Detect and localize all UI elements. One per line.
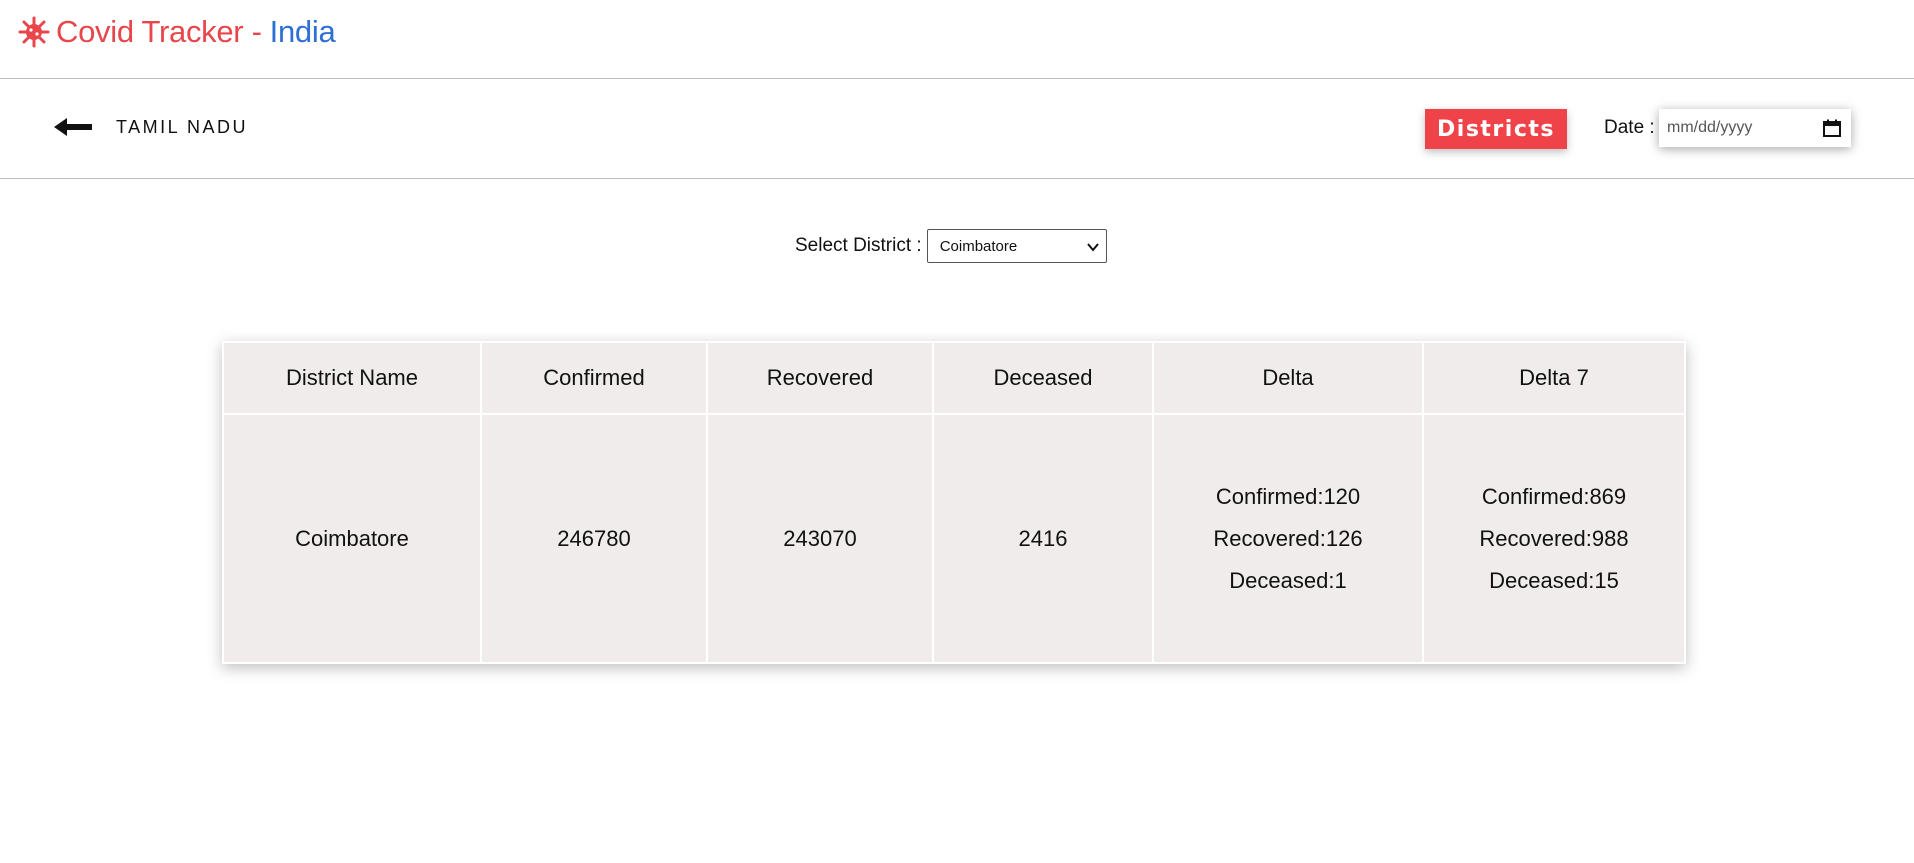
delta-confirmed: Confirmed:120 bbox=[1215, 483, 1361, 509]
header-recovered: Recovered bbox=[708, 343, 932, 413]
district-select[interactable]: Coimbatore bbox=[926, 229, 1107, 263]
header-delta7: Delta 7 bbox=[1424, 343, 1684, 413]
delta-recovered: Recovered:126 bbox=[1213, 525, 1363, 551]
cell-deceased: 2416 bbox=[934, 415, 1152, 662]
app-brand: Covid Tracker - India bbox=[18, 14, 336, 50]
state-name: TAMIL NADU bbox=[116, 117, 249, 137]
district-table-card: District Name Confirmed Recovered Deceas… bbox=[222, 341, 1686, 664]
delta-deceased: Deceased:1 bbox=[1229, 567, 1347, 593]
app-title-country: India bbox=[269, 14, 336, 49]
virus-icon bbox=[18, 16, 50, 48]
top-header: Covid Tracker - India bbox=[0, 0, 1914, 79]
date-placeholder: mm/dd/yyyy bbox=[1667, 119, 1753, 136]
cell-recovered: 243070 bbox=[708, 415, 932, 662]
select-district-label: Select District : bbox=[795, 235, 922, 256]
cell-confirmed: 246780 bbox=[482, 415, 706, 662]
header-deceased: Deceased bbox=[934, 343, 1152, 413]
cell-delta: Confirmed:120 Recovered:126 Deceased:1 bbox=[1154, 415, 1422, 662]
header-district-name: District Name bbox=[224, 343, 480, 413]
date-input[interactable]: mm/dd/yyyy bbox=[1659, 109, 1851, 147]
district-select-row: Select District : Coimbatore bbox=[795, 229, 1107, 263]
table-header-row: District Name Confirmed Recovered Deceas… bbox=[224, 343, 1684, 413]
table-row: Coimbatore 246780 243070 2416 Confirmed:… bbox=[224, 415, 1684, 662]
delta7-recovered: Recovered:988 bbox=[1479, 525, 1629, 551]
app-title: Covid Tracker - bbox=[56, 14, 262, 49]
cell-district-name: Coimbatore bbox=[224, 415, 480, 662]
state-toolbar: TAMIL NADU Districts Date : mm/dd/yyyy bbox=[0, 79, 1914, 179]
calendar-icon[interactable] bbox=[1823, 119, 1841, 137]
delta7-confirmed: Confirmed:869 bbox=[1481, 483, 1627, 509]
header-confirmed: Confirmed bbox=[482, 343, 706, 413]
back-arrow-icon[interactable] bbox=[54, 114, 94, 140]
cell-delta7: Confirmed:869 Recovered:988 Deceased:15 bbox=[1424, 415, 1684, 662]
districts-button[interactable]: Districts bbox=[1425, 109, 1567, 149]
district-select-value: Coimbatore bbox=[939, 237, 1018, 255]
district-table: District Name Confirmed Recovered Deceas… bbox=[222, 341, 1686, 664]
header-delta: Delta bbox=[1154, 343, 1422, 413]
chevron-down-icon bbox=[1086, 243, 1099, 252]
delta7-deceased: Deceased:15 bbox=[1489, 567, 1619, 593]
date-label: Date : bbox=[1604, 117, 1655, 138]
